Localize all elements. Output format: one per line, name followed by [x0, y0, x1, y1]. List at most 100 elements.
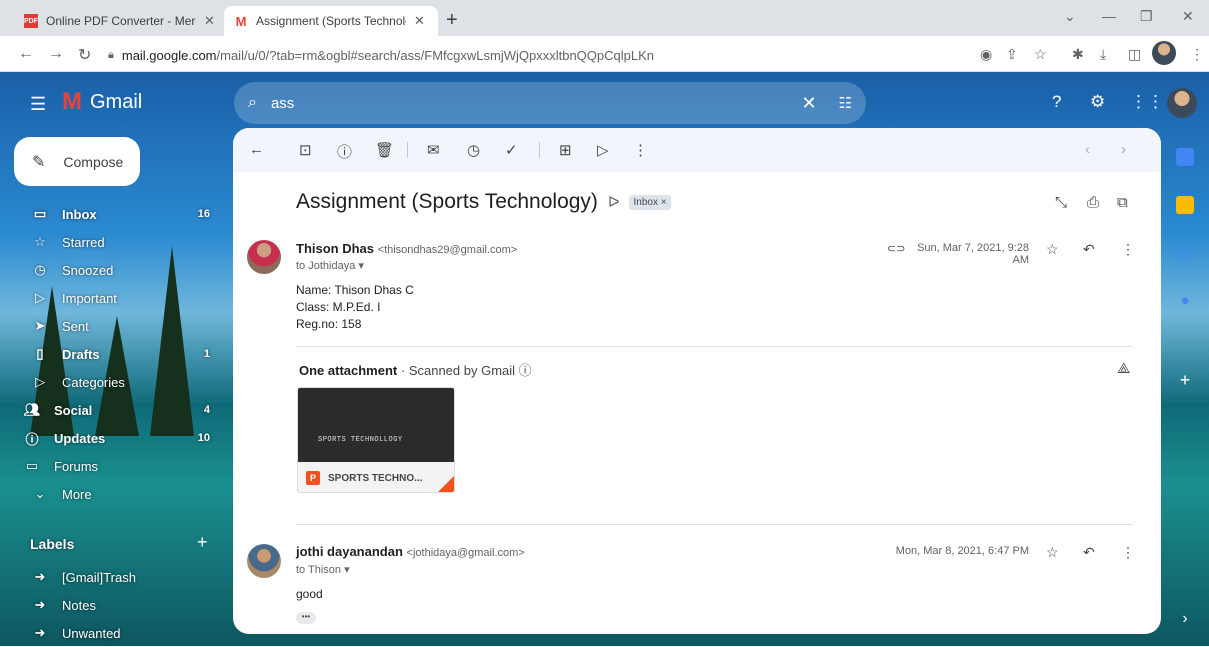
reply-icon[interactable]: ↶	[1083, 241, 1095, 258]
contacts-icon[interactable]: ●	[1176, 292, 1194, 310]
sidebar-label-unwanted[interactable]: ➜ Unwanted	[0, 619, 220, 647]
compose-button[interactable]: ✎ Compose	[14, 137, 140, 186]
older-chevron-icon[interactable]: ›	[1121, 141, 1126, 158]
sidebar-item-starred[interactable]: ☆ Starred	[0, 228, 220, 256]
sidebar-item-social[interactable]: 👥︎ Social 4	[0, 396, 220, 424]
url-host: mail.google.com	[121, 47, 217, 63]
newer-chevron-icon[interactable]: ‹	[1085, 141, 1090, 158]
message-sender[interactable]: jothi dayanandan <jothidaya@gmail.com>	[296, 544, 525, 559]
sidebar-item-label: Forums	[54, 458, 99, 474]
close-icon[interactable]: ✕	[414, 13, 425, 29]
scrollbar[interactable]	[1153, 170, 1160, 530]
clear-search-icon[interactable]: ✕	[801, 93, 816, 114]
star-icon[interactable]: ☆	[1046, 544, 1059, 561]
report-spam-icon[interactable]: ⓘ	[337, 141, 352, 162]
profile-avatar[interactable]	[1152, 41, 1176, 65]
search-input[interactable]	[270, 94, 791, 112]
show-trimmed-content-button[interactable]: •••	[296, 612, 316, 624]
sidebar-item-more[interactable]: ⌄ More	[0, 480, 220, 508]
minimize-button[interactable]: —	[1102, 8, 1116, 24]
delete-icon[interactable]: 🗑︎	[375, 141, 394, 159]
sidebar-item-inbox[interactable]: ▭ Inbox 16	[0, 200, 220, 228]
sender-avatar[interactable]	[247, 240, 281, 274]
side-panel-icon[interactable]: ◫	[1128, 46, 1141, 63]
account-avatar[interactable]	[1167, 88, 1197, 118]
add-label-icon[interactable]: +	[197, 532, 208, 553]
sidebar-label-trash[interactable]: ➜ [Gmail]Trash	[0, 563, 220, 591]
recipient-line[interactable]: to Thison ▾	[296, 563, 350, 576]
open-new-window-icon[interactable]: ⧉	[1117, 194, 1128, 211]
message-date[interactable]: Mon, Mar 8, 2021, 6:47 PM	[893, 545, 1029, 557]
apps-grid-icon[interactable]: ⋮⋮	[1130, 92, 1164, 112]
maximize-button[interactable]: ❐	[1140, 8, 1153, 25]
address-bar: ← → ↻ 🔒︎ mail.google.com/mail/u/0/?tab=r…	[0, 36, 1209, 72]
add-to-drive-icon[interactable]: ⟁	[1117, 360, 1130, 377]
more-vert-icon[interactable]: ⋮	[1190, 46, 1204, 63]
hide-panel-chevron-icon[interactable]: ›	[1176, 610, 1194, 628]
search-bar[interactable]: ⌕ ✕ ☷	[234, 82, 866, 124]
move-to-icon[interactable]: ⊞	[559, 141, 572, 159]
more-options-icon[interactable]: ⋮	[633, 141, 648, 159]
body-line: Reg.no: 158	[296, 317, 362, 331]
scan-status: · Scanned by Gmail ⓘ	[400, 363, 532, 378]
print-icon[interactable]: ⎙	[1087, 194, 1099, 211]
toolbar-divider	[539, 142, 540, 158]
search-options-icon[interactable]: ☷	[839, 94, 852, 112]
archive-icon[interactable]: ⊡	[299, 141, 312, 159]
message-sender[interactable]: Thison Dhas <thisondhas29@gmail.com>	[296, 241, 517, 256]
sidebar-item-label: Social	[54, 402, 93, 418]
share-icon[interactable]: ⇪	[1006, 46, 1018, 63]
help-icon[interactable]: ?	[1052, 92, 1061, 112]
sidebar-item-snoozed[interactable]: ◷ Snoozed	[0, 256, 220, 284]
sidebar-label-notes[interactable]: ➜ Notes	[0, 591, 220, 619]
important-marker-icon[interactable]: ᐅ	[608, 193, 620, 211]
reply-icon[interactable]: ↶	[1083, 544, 1095, 561]
tasks-icon[interactable]: ◎	[1176, 244, 1194, 263]
message-date[interactable]: Sun, Mar 7, 2021, 9:28 AM	[905, 242, 1029, 266]
calendar-icon[interactable]	[1176, 148, 1194, 166]
sidebar-item-drafts[interactable]: ▯ Drafts 1	[0, 340, 220, 368]
add-task-icon[interactable]: ✓	[505, 141, 518, 159]
message-more-icon[interactable]: ⋮	[1121, 241, 1135, 258]
sidebar-item-categories[interactable]: ▷ Categories	[0, 368, 220, 396]
bookmark-star-icon[interactable]: ☆	[1034, 46, 1047, 63]
gmail-wordmark: Gmail	[90, 90, 143, 113]
collapse-all-icon[interactable]: ⤡	[1055, 194, 1067, 211]
message-body: Name: Thison Dhas C Class: M.P.Ed. I Reg…	[296, 282, 414, 333]
download-icon[interactable]: ⤓	[1100, 46, 1106, 63]
close-icon[interactable]: ✕	[204, 13, 215, 29]
back-to-list-icon[interactable]: ←	[249, 141, 264, 158]
window-close-button[interactable]: ✕	[1182, 8, 1194, 25]
label-as-icon[interactable]: ▷	[597, 141, 609, 159]
updates-count: 10	[197, 432, 210, 444]
sidebar-item-forums[interactable]: ▭ Forums	[0, 452, 220, 480]
settings-gear-icon[interactable]: ⚙	[1090, 92, 1105, 112]
get-addons-icon[interactable]: +	[1176, 370, 1194, 390]
message-more-icon[interactable]: ⋮	[1121, 544, 1135, 561]
gmail-logo[interactable]: M Gmail	[62, 88, 142, 116]
sender-avatar[interactable]	[247, 544, 281, 578]
attachment-filename: SPORTS TECHNO...	[328, 472, 423, 484]
reload-icon[interactable]: ↻	[78, 45, 91, 65]
search-icon[interactable]: ⌕	[248, 94, 257, 112]
sidebar-item-sent[interactable]: ➤ Sent	[0, 312, 220, 340]
tab-gmail-assignment[interactable]: M Assignment (Sports Technology) ✕	[224, 6, 438, 36]
sidebar-item-important[interactable]: ▷ Important	[0, 284, 220, 312]
star-icon[interactable]: ☆	[1046, 241, 1059, 258]
extensions-icon[interactable]: ✱	[1072, 46, 1084, 63]
sidebar-item-updates[interactable]: ⓘ Updates 10	[0, 424, 220, 452]
url-field[interactable]: 🔒︎ mail.google.com/mail/u/0/?tab=rm&ogbl…	[108, 41, 1048, 69]
tab-search-icon[interactable]: ⌄	[1064, 8, 1076, 25]
back-arrow-icon[interactable]: ←	[18, 45, 34, 63]
attachment-card[interactable]: SPORTS TECHNOLLOGY P SPORTS TECHNO...	[297, 387, 455, 493]
inbox-label-badge[interactable]: Inbox ×	[629, 194, 671, 210]
eye-icon[interactable]: ◉	[980, 46, 992, 63]
main-menu-icon[interactable]: ☰	[30, 94, 46, 115]
keep-icon[interactable]	[1176, 196, 1194, 214]
mark-unread-icon[interactable]: ✉	[427, 141, 440, 159]
snooze-icon[interactable]: ◷	[467, 141, 480, 159]
tab-pdf-converter[interactable]: PDF Online PDF Converter - Merge, c ✕	[14, 6, 225, 36]
recipient-line[interactable]: to Jothidaya ▾	[296, 259, 364, 272]
forward-arrow-icon[interactable]: →	[48, 45, 64, 63]
new-tab-button[interactable]: +	[446, 9, 458, 32]
